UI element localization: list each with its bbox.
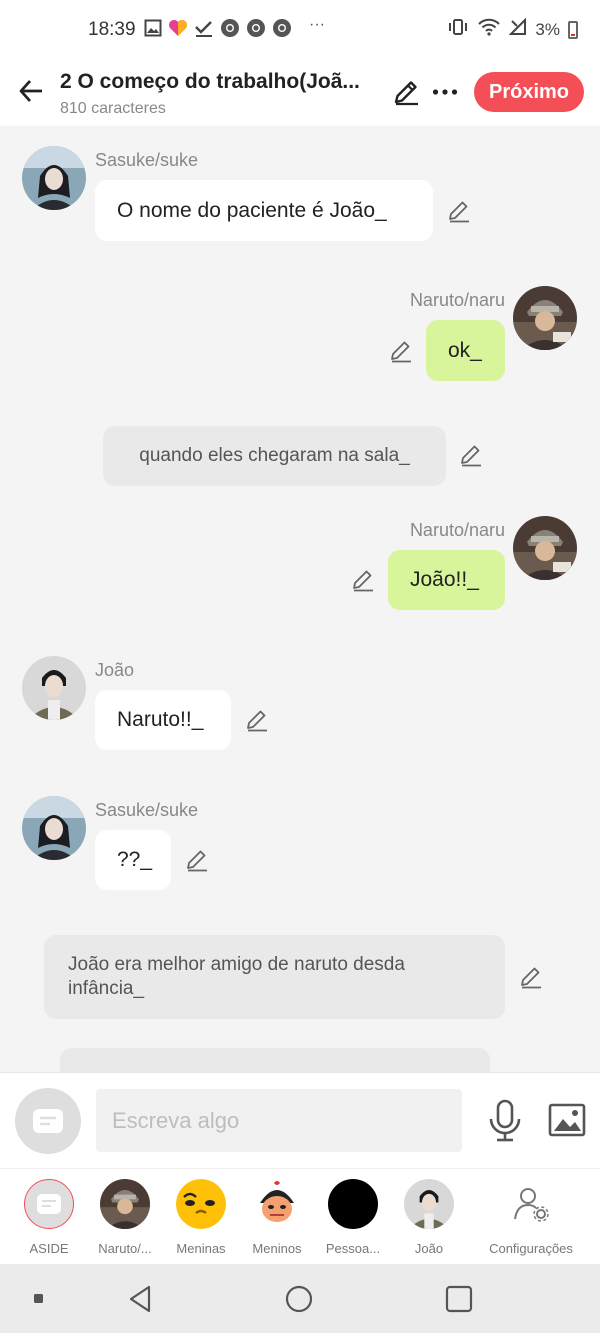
edit-pencil-icon[interactable] [184,847,210,873]
edit-pencil-icon[interactable] [458,442,484,468]
status-time: 18:39 [88,19,136,40]
character-meninos[interactable]: Meninos [242,1179,312,1256]
character-label: João [414,1241,444,1256]
story-title[interactable]: 2 O começo do trabalho(Joã... [60,70,380,94]
avatar-naruto[interactable] [513,286,577,350]
character-label: Configurações [489,1241,573,1256]
character-label: Meninas [176,1241,226,1256]
more-options-button[interactable] [430,77,460,107]
chrome-icon-3 [272,18,292,44]
chat-area[interactable]: Sasuke/suke O nome do paciente é João_ N… [0,126,600,1072]
story-header: 2 O começo do trabalho(Joã... 810 caract… [0,60,600,126]
character-label: Pessoa... [325,1241,381,1256]
naruto-avatar [100,1179,150,1229]
character-pessoa[interactable]: Pessoa... [318,1179,388,1256]
character-joao[interactable]: João [394,1179,464,1256]
nav-menu-icon[interactable] [24,1284,54,1314]
narration-bubble[interactable]: quando eles chegaram na sala_ [103,426,446,486]
nav-home-icon[interactable] [284,1284,314,1314]
character-label: Meninos [252,1241,302,1256]
status-bar: 18:39 ··· 3% [0,0,600,60]
notification-icons [144,18,292,44]
more-notifications-icon: ··· [309,16,325,33]
chat-bubble-icon [33,1109,63,1133]
chrome-icon [220,18,240,44]
chrome-icon-2 [246,18,266,44]
back-button[interactable] [14,74,48,108]
meninos-avatar [252,1179,302,1229]
message-author: Naruto/naru [409,290,505,310]
back-arrow-icon [19,80,42,102]
aside-toggle-button[interactable] [15,1088,81,1154]
edit-pencil-icon[interactable] [244,707,270,733]
check-notification-icon [194,19,214,43]
pessoa-avatar [328,1179,378,1229]
composer [0,1072,600,1168]
edit-pencil-icon[interactable] [518,964,544,990]
character-count: 810 caracteres [60,100,166,117]
message-author: Sasuke/suke [95,150,199,170]
aside-avatar [24,1179,74,1229]
message-author: Sasuke/suke [95,800,199,820]
character-naruto[interactable]: Naruto/... [90,1179,160,1256]
microphone-icon[interactable] [486,1099,524,1143]
chat-bubble-icon [37,1194,61,1214]
battery-icon [568,20,578,39]
message-bubble[interactable]: O nome do paciente é João_ [95,180,433,241]
edit-title-button[interactable] [391,77,421,107]
heart-app-icon [168,19,188,43]
meninas-avatar [176,1179,226,1229]
message-bubble[interactable]: ??_ [95,830,171,890]
character-aside[interactable]: ASIDE [14,1179,84,1256]
avatar-naruto[interactable] [513,516,577,580]
pencil-icon [394,81,418,106]
avatar-joao[interactable] [22,656,86,720]
character-label: ASIDE [29,1241,69,1256]
avatar-sasuke[interactable] [22,146,86,210]
battery-text: 3% [535,19,560,39]
character-bar: ASIDE Naruto/... Meninas Meninos Pessoa.… [0,1168,600,1264]
nav-back-icon[interactable] [126,1284,156,1314]
character-label: Naruto/... [98,1241,152,1256]
message-input[interactable] [96,1089,462,1152]
status-right: 3% [447,17,578,41]
more-dots-icon [432,89,458,95]
message-author: João [95,660,135,680]
image-icon[interactable] [548,1103,586,1139]
character-meninas[interactable]: Meninas [166,1179,236,1256]
user-settings-icon [514,1188,549,1222]
wifi-icon [477,18,501,41]
message-bubble[interactable]: ok_ [426,320,505,381]
edit-pencil-icon[interactable] [350,567,376,593]
gallery-notification-icon [144,19,162,43]
edit-pencil-icon[interactable] [388,338,414,364]
next-button[interactable]: Próximo [474,72,584,112]
vibrate-icon [447,18,469,41]
narration-bubble[interactable]: João era melhor amigo de naruto desda in… [44,935,505,1019]
avatar-sasuke[interactable] [22,796,86,860]
message-author: Naruto/naru [409,520,505,540]
signal-icon [509,17,527,41]
narration-bubble-partial[interactable] [60,1048,490,1072]
system-nav-bar [0,1264,600,1333]
settings-button[interactable]: Configurações [486,1179,576,1256]
message-bubble[interactable]: João!!_ [388,550,505,610]
joao-avatar [404,1179,454,1229]
message-bubble[interactable]: Naruto!!_ [95,690,231,750]
nav-recents-icon[interactable] [444,1284,474,1314]
settings-user-icon-wrap [506,1179,556,1229]
edit-pencil-icon[interactable] [446,198,472,224]
